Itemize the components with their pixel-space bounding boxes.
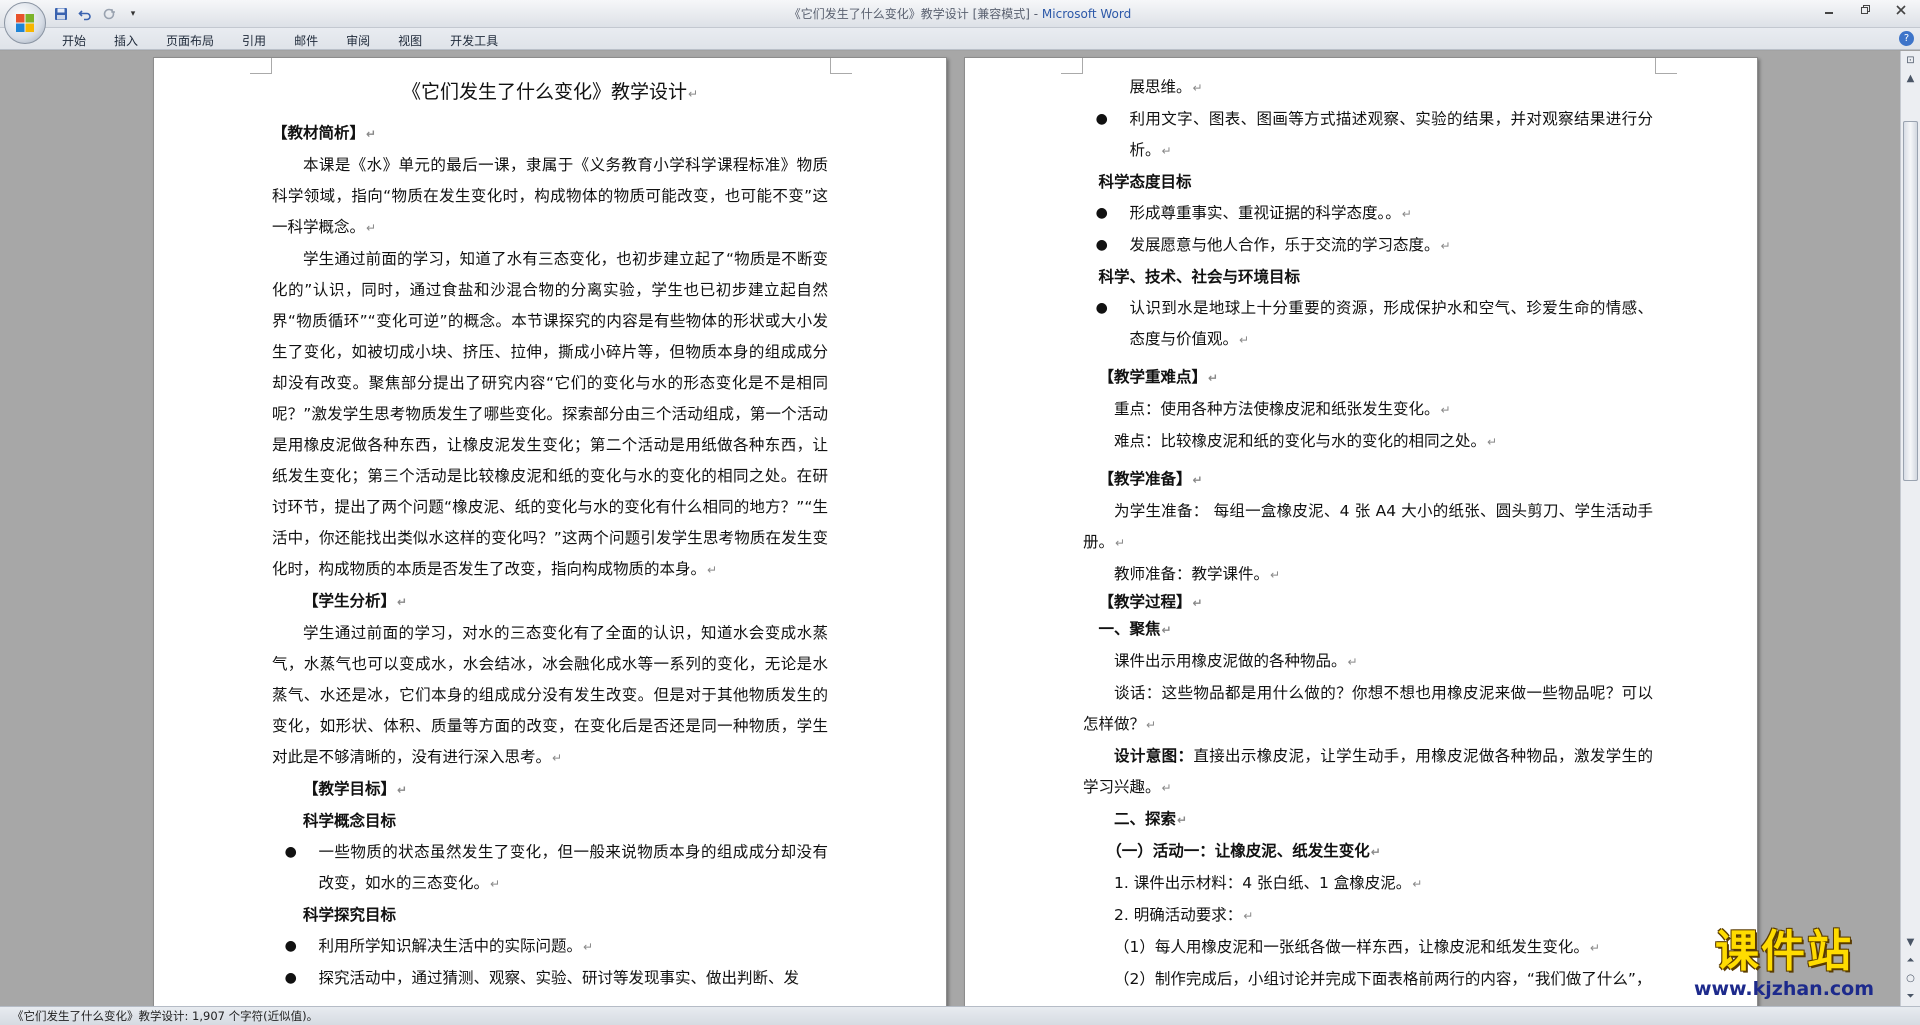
bullet-dot-icon: ●: [1095, 300, 1108, 316]
list-line: 2. 明确活动要求：↵: [1114, 906, 1254, 924]
step-heading: 一、聚焦↵: [1098, 620, 1172, 638]
status-bar: 《它们发生了什么变化》教学设计: 1,907 个字符(近似值)。: [0, 1006, 1920, 1025]
tab-review[interactable]: 审阅: [332, 30, 384, 51]
bullet-item: ● 发展愿意与他人合作，乐于交流的学习态度。↵: [1083, 230, 1653, 262]
scroll-up-icon[interactable]: ▲: [1903, 71, 1918, 86]
section-heading: 【教学目标】↵: [303, 780, 408, 798]
tab-page-layout[interactable]: 页面布局: [152, 30, 228, 51]
tab-references[interactable]: 引用: [228, 30, 280, 51]
scrollbar-thumb[interactable]: [1903, 121, 1918, 481]
page-text: 展思维。↵ ● 利用文字、图表、图画等方式描述观察、实验的结果，并对观察结果进行分…: [1083, 72, 1653, 995]
status-text: 《它们发生了什么变化》教学设计: 1,907 个字符(近似值)。: [12, 1009, 319, 1023]
margin-corner-mark: [1061, 58, 1083, 74]
tab-developer[interactable]: 开发工具: [436, 30, 512, 51]
paragraph: 本课是《水》单元的最后一课，隶属于《义务教育小学科学课程标准》物质科学领域，指向…: [272, 156, 828, 236]
section-heading: 【教学重难点】↵: [1098, 368, 1219, 386]
page-text: 《它们发生了什么变化》教学设计↵ 【教材简析】↵ 本课是《水》单元的最后一课，隶…: [272, 72, 828, 994]
document-page-left[interactable]: 《它们发生了什么变化》教学设计↵ 【教材简析】↵ 本课是《水》单元的最后一课，隶…: [153, 57, 947, 1006]
window-title-app: Microsoft Word: [1041, 7, 1132, 21]
vertical-scrollbar[interactable]: ⊡ ▲ ▼ ⏶ ○ ⏷: [1900, 51, 1920, 1006]
bullet-dot-icon: ●: [1095, 205, 1108, 221]
restore-icon[interactable]: [1854, 3, 1876, 21]
section-heading: 【学生分析】↵: [303, 592, 408, 610]
bullet-dot-icon: ●: [284, 970, 297, 986]
bullet-item: ● 认识到水是地球上十分重要的资源，形成保护水和空气、珍爱生命的情感、态度与价值观…: [1083, 293, 1653, 356]
minimize-icon[interactable]: [1818, 3, 1840, 21]
list-line: 1. 课件出示材料：4 张白纸、1 盒橡皮泥。↵: [1114, 874, 1423, 892]
next-page-icon[interactable]: ⏷: [1903, 989, 1918, 1004]
margin-corner-mark: [830, 58, 852, 74]
tab-view[interactable]: 视图: [384, 30, 436, 51]
tab-home[interactable]: 开始: [48, 30, 100, 51]
scroll-down-icon[interactable]: ▼: [1903, 935, 1918, 950]
activity-heading: （一）活动一：让橡皮泥、纸发生变化↵: [1106, 842, 1381, 860]
paragraph: 学生通过前面的学习，对水的三态变化有了全面的认识，知道水会变成水蒸气，水蒸气也可…: [272, 624, 828, 766]
margin-corner-mark: [1655, 58, 1677, 74]
paragraph: 教师准备：教学课件。↵: [1114, 565, 1281, 583]
window-controls: [1818, 3, 1912, 21]
office-logo-icon: [16, 14, 34, 32]
bullet-item: ● 形成尊重事实、重视证据的科学态度。。↵: [1083, 198, 1653, 230]
document-workspace: 《它们发生了什么变化》教学设计↵ 【教材简析】↵ 本课是《水》单元的最后一课，隶…: [0, 51, 1900, 1006]
bullet-dot-icon: ●: [284, 844, 297, 860]
paragraph: 为学生准备： 每组一盒橡皮泥、4 张 A4 大小的纸张、圆头剪刀、学生活动手册。…: [1083, 502, 1653, 551]
office-button[interactable]: [4, 2, 46, 44]
subheading: 科学概念目标: [303, 812, 397, 830]
document-page-right[interactable]: 展思维。↵ ● 利用文字、图表、图画等方式描述观察、实验的结果，并对观察结果进行分…: [964, 57, 1758, 1006]
ruler-toggle-icon[interactable]: ⊡: [1903, 53, 1918, 68]
close-icon[interactable]: [1890, 3, 1912, 21]
help-icon[interactable]: ?: [1899, 31, 1914, 46]
browse-object-icon[interactable]: ○: [1903, 971, 1918, 986]
subheading: 科学态度目标: [1098, 173, 1192, 191]
section-heading: 【教材简析】↵: [272, 124, 377, 142]
paragraph: 谈话：这些物品都是用什么做的？你想不想也用橡皮泥来做一些物品呢？可以怎样做？↵: [1083, 684, 1653, 733]
bullet-item: ● 探究活动中，通过猜测、观察、实验、研讨等发现事实、做出判断、发: [272, 963, 828, 994]
subheading: 科学、技术、社会与环境目标: [1098, 268, 1301, 286]
paragraph: 难点：比较橡皮泥和纸的变化与水的变化的相同之处。↵: [1114, 432, 1498, 450]
document-title: 《它们发生了什么变化》教学设计↵: [401, 81, 699, 103]
previous-page-icon[interactable]: ⏶: [1903, 953, 1918, 968]
bullet-dot-icon: ●: [284, 938, 297, 954]
bullet-item: ● 利用文字、图表、图画等方式描述观察、实验的结果，并对观察结果进行分析。↵: [1083, 104, 1653, 167]
tab-mailings[interactable]: 邮件: [280, 30, 332, 51]
watermark-logo: 课件站 www.kjzhan.com: [1668, 926, 1900, 1004]
title-bar: ▾ 《它们发生了什么变化》教学设计 [兼容模式] - Microsoft Wor…: [0, 0, 1920, 28]
bullet-dot-icon: ●: [1095, 237, 1108, 253]
section-heading: 【教学准备】↵: [1098, 470, 1203, 488]
ribbon-tabs: 开始 插入 页面布局 引用 邮件 审阅 视图 开发工具: [48, 30, 512, 51]
step-heading: 二、探索↵: [1114, 810, 1188, 828]
bullet-dot-icon: ●: [1095, 111, 1108, 127]
window-title: 《它们发生了什么变化》教学设计 [兼容模式] - Microsoft Word: [0, 5, 1920, 22]
ribbon: 开始 插入 页面布局 引用 邮件 审阅 视图 开发工具 ?: [0, 28, 1920, 50]
window-title-document: 《它们发生了什么变化》教学设计 [兼容模式] -: [788, 7, 1042, 21]
paragraph: 课件出示用橡皮泥做的各种物品。↵: [1114, 652, 1358, 670]
paragraph: 学生通过前面的学习，知道了水有三态变化，也初步建立起了“物质是不断变化的”认识，…: [272, 250, 828, 578]
paragraph: 重点：使用各种方法使橡皮泥和纸张发生变化。↵: [1114, 400, 1451, 418]
subheading: 科学探究目标: [303, 906, 397, 924]
bullet-item: ● 利用所学知识解决生活中的实际问题。↵: [272, 931, 828, 963]
paragraph: 展思维。↵: [1129, 78, 1203, 96]
paragraph: 设计意图：直接出示橡皮泥，让学生动手，用橡皮泥做各种物品，激发学生的学习兴趣。↵: [1083, 747, 1653, 796]
bullet-item: ● 一些物质的状态虽然发生了变化，但一般来说物质本身的组成成分却没有改变，如水的三…: [272, 837, 828, 900]
list-line: （2）制作完成后，小组讨论并完成下面表格前两行的内容，“我们做了什么”，: [1114, 970, 1652, 988]
tab-insert[interactable]: 插入: [100, 30, 152, 51]
section-heading: 【教学过程】↵: [1098, 593, 1203, 611]
watermark-url: www.kjzhan.com: [1693, 978, 1875, 1000]
list-line: （1）每人用橡皮泥和一张纸各做一样东西，让橡皮泥和纸发生变化。↵: [1114, 938, 1600, 956]
watermark-text: 课件站: [1715, 926, 1853, 977]
margin-corner-mark: [250, 58, 272, 74]
